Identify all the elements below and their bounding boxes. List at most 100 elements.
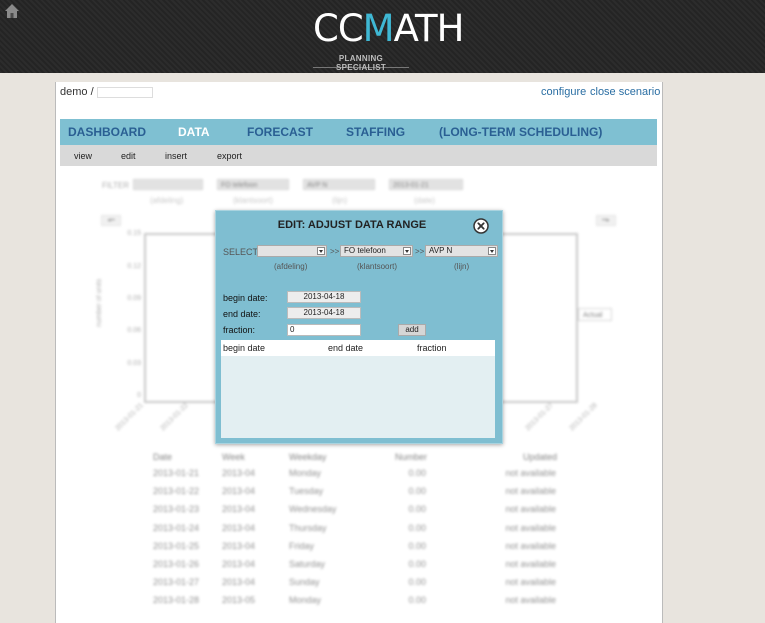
table-cell: 2013-01-27 bbox=[153, 577, 200, 588]
table-cell: Sunday bbox=[289, 577, 320, 588]
chevron-down-icon bbox=[488, 247, 496, 255]
table-cell: not available bbox=[505, 595, 556, 606]
filter-label: FILTER bbox=[102, 181, 129, 190]
lijn-select-value: AVP N bbox=[429, 246, 453, 255]
table-cell: Wednesday bbox=[289, 504, 337, 515]
lijn-select[interactable]: AVP N bbox=[425, 245, 498, 257]
table-header-weekday: Weekday bbox=[289, 452, 327, 462]
table-cell: not available bbox=[505, 504, 556, 515]
filter-select-klantsoort[interactable]: FO telefoon bbox=[217, 179, 289, 190]
table-cell: 2013-05 bbox=[222, 595, 256, 606]
filter-sublabel: (klantsoort) bbox=[233, 196, 274, 205]
chart-ylabel: number of units bbox=[96, 278, 103, 327]
fraction-label: fraction: bbox=[223, 325, 256, 335]
filter-select-lijn[interactable]: AVP N bbox=[303, 179, 375, 190]
table-cell: 0.00 bbox=[408, 468, 426, 478]
klantsoort-select[interactable]: FO telefoon bbox=[340, 245, 413, 257]
table-cell: 0.00 bbox=[408, 577, 426, 588]
begin-date-label: begin date: bbox=[223, 293, 268, 303]
top-header-bar: CCMATH PLANNING SPECIALIST bbox=[0, 0, 765, 73]
logo-subtitle: PLANNING SPECIALIST bbox=[335, 54, 387, 72]
table-cell: 0.00 bbox=[408, 504, 426, 515]
next-period-button[interactable]: ━▸ bbox=[596, 215, 616, 226]
table-cell: 2013-01-23 bbox=[153, 504, 200, 515]
table-cell: 0.00 bbox=[408, 559, 426, 569]
legend-item-actual: Actual bbox=[583, 312, 603, 319]
filter-select-afdeling[interactable] bbox=[133, 179, 203, 190]
end-date-input[interactable]: 2013-04-18 bbox=[287, 307, 361, 319]
table-cell: 2013-04 bbox=[222, 577, 256, 588]
table-cell: 2013-04 bbox=[222, 486, 256, 497]
table-cell: not available bbox=[505, 540, 556, 551]
dialog-title: EDIT: ADJUST DATA RANGE bbox=[277, 219, 427, 231]
logo-title: CCMATH bbox=[313, 7, 464, 50]
begin-date-input[interactable]: 2013-04-18 bbox=[287, 291, 361, 303]
table-cell: Saturday bbox=[289, 559, 326, 569]
x-tick: 2013-01-28 bbox=[568, 402, 599, 433]
table-cell: 0.00 bbox=[408, 486, 426, 497]
list-header-fraction: fraction bbox=[417, 343, 447, 353]
table-header-number: Number bbox=[395, 452, 428, 462]
table-cell: 2013-04 bbox=[222, 559, 256, 569]
table-cell: not available bbox=[505, 522, 556, 533]
y-tick: 0.15 bbox=[127, 230, 141, 237]
table-header-date: Date bbox=[153, 452, 173, 462]
range-list-body bbox=[221, 356, 495, 438]
chevron-down-icon bbox=[317, 247, 325, 255]
list-header-begin-date: begin date bbox=[223, 343, 266, 353]
table-cell: Friday bbox=[289, 540, 315, 551]
afdeling-sublabel: (afdeling) bbox=[274, 262, 308, 271]
home-icon[interactable] bbox=[4, 3, 20, 19]
table-cell: not available bbox=[505, 486, 556, 497]
table-cell: 0.00 bbox=[408, 595, 426, 606]
table-cell: Monday bbox=[289, 468, 322, 478]
chevron-down-icon bbox=[403, 247, 411, 255]
filter-sublabel: (date) bbox=[414, 196, 435, 205]
table-cell: 2013-04 bbox=[222, 504, 256, 515]
x-tick: 2013-01-22 bbox=[159, 402, 190, 433]
table-header-week: Week bbox=[222, 452, 245, 462]
fraction-input[interactable]: 0 bbox=[287, 324, 361, 336]
table-cell: 2013-01-24 bbox=[153, 522, 200, 533]
y-tick: 0.06 bbox=[127, 327, 141, 334]
prev-period-button[interactable]: ◂━ bbox=[101, 215, 121, 226]
x-tick: 2013-01-27 bbox=[524, 402, 555, 433]
table-cell: 0.00 bbox=[408, 522, 426, 533]
table-cell: 2013-01-28 bbox=[153, 595, 200, 606]
table-cell: 2013-01-22 bbox=[153, 486, 200, 497]
y-tick: 0 bbox=[137, 392, 141, 399]
select-separator: >> bbox=[330, 247, 340, 256]
table-cell: 2013-01-25 bbox=[153, 540, 200, 551]
adjust-data-range-dialog: EDIT: ADJUST DATA RANGE SELECT >> FO tel… bbox=[215, 210, 503, 444]
add-button[interactable]: add bbox=[398, 324, 426, 336]
select-label: SELECT bbox=[223, 247, 259, 257]
ccmath-logo: CCMATH PLANNING SPECIALIST bbox=[313, 7, 464, 72]
table-cell: 2013-01-21 bbox=[153, 468, 200, 478]
y-tick: 0.03 bbox=[127, 360, 141, 367]
end-date-label: end date: bbox=[223, 309, 261, 319]
table-cell: 2013-04 bbox=[222, 522, 256, 533]
table-cell: Tuesday bbox=[289, 486, 324, 497]
table-header-updated: Updated bbox=[523, 452, 558, 462]
filter-date-input[interactable]: 2013-01-21 bbox=[389, 179, 463, 190]
y-tick: 0.12 bbox=[127, 263, 141, 270]
table-cell: not available bbox=[505, 577, 556, 588]
klantsoort-sublabel: (klantsoort) bbox=[357, 262, 398, 271]
close-icon[interactable] bbox=[473, 218, 489, 234]
y-tick: 0.09 bbox=[127, 295, 141, 302]
table-cell: not available bbox=[505, 468, 556, 478]
lijn-sublabel: (lijn) bbox=[454, 262, 470, 271]
range-list-header: begin date end date fraction bbox=[221, 340, 495, 356]
afdeling-select[interactable] bbox=[257, 245, 327, 257]
table-cell: 2013-04 bbox=[222, 540, 256, 551]
list-header-end-date: end date bbox=[328, 343, 364, 353]
filter-sublabel: (afdeling) bbox=[150, 196, 184, 205]
x-tick: 2013-01-21 bbox=[114, 402, 145, 433]
filter-sublabel: (lijn) bbox=[332, 196, 348, 205]
table-cell: 2013-01-26 bbox=[153, 559, 200, 569]
chart-legend: Actual bbox=[578, 308, 612, 321]
table-cell: not available bbox=[505, 559, 556, 569]
table-cell: Monday bbox=[289, 595, 322, 606]
table-cell: Thursday bbox=[289, 522, 327, 533]
klantsoort-select-value: FO telefoon bbox=[344, 246, 386, 255]
